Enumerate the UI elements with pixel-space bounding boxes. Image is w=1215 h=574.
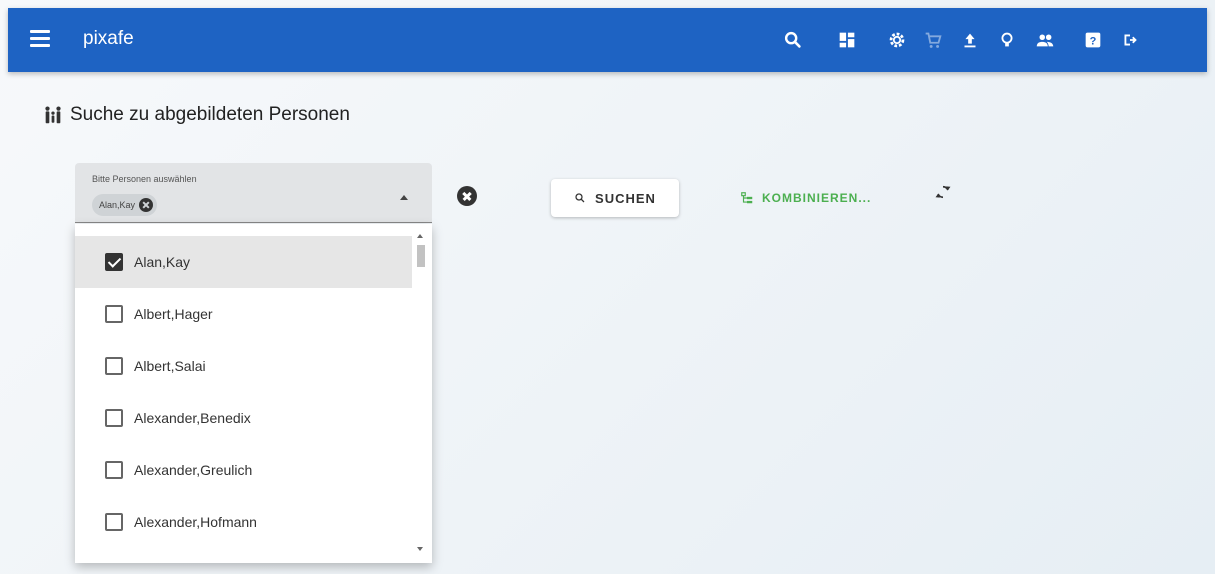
page-title: Suche zu abgebildeten Personen (70, 104, 350, 125)
selected-chip: Alan,Kay (92, 194, 158, 216)
people-icon[interactable] (1034, 29, 1056, 51)
option-label: Alexander,Benedix (134, 410, 251, 426)
dropdown-arrow-icon[interactable] (400, 195, 408, 200)
search-button-label: SUCHEN (595, 190, 656, 206)
help-icon[interactable]: ? (1082, 29, 1104, 51)
search-icon[interactable] (782, 29, 804, 51)
checkbox[interactable] (105, 461, 123, 479)
person-select[interactable]: Bitte Personen auswählen Alan,Kay (75, 163, 432, 223)
option-label: Alexander,Hofmann (134, 514, 257, 530)
svg-text:?: ? (1090, 36, 1097, 48)
list-item[interactable]: Alexander,Greulich (75, 444, 412, 496)
scroll-down-icon[interactable] (417, 547, 423, 551)
checkbox[interactable] (105, 513, 123, 531)
option-label: Albert,Salai (134, 358, 206, 374)
list-item[interactable]: Alan,Kay (75, 236, 412, 288)
list-item[interactable]: Albert,Hager (75, 288, 412, 340)
page-heading: Suche zu abgebildeten Personen (42, 104, 350, 126)
dashboard-icon[interactable] (836, 29, 858, 51)
upload-icon[interactable] (959, 29, 981, 51)
combine-button-label: KOMBINIEREN... (762, 191, 872, 205)
chip-remove-icon[interactable] (139, 198, 154, 212)
checkbox-checked[interactable] (105, 253, 123, 271)
top-app-bar: pixafe ? (8, 8, 1207, 72)
clear-selection-button[interactable] (457, 186, 477, 206)
hierarchy-icon (741, 192, 753, 204)
refresh-icon[interactable] (934, 183, 952, 201)
list-item[interactable]: Albert,Salai (75, 340, 412, 392)
checkbox[interactable] (105, 305, 123, 323)
list-item[interactable]: Alexander,Benedix (75, 392, 412, 444)
settings-icon[interactable] (886, 29, 908, 51)
option-label: Alexander,Greulich (134, 462, 253, 478)
scroll-thumb[interactable] (417, 245, 425, 267)
search-icon (575, 193, 585, 203)
scroll-up-icon[interactable] (417, 234, 423, 238)
select-label: Bitte Personen auswählen (92, 174, 197, 184)
list-item[interactable]: Alexander,Hofmann (75, 496, 412, 548)
chip-label: Alan,Kay (99, 200, 136, 210)
logout-icon[interactable] (1119, 29, 1141, 51)
family-icon (45, 106, 61, 124)
checkbox[interactable] (105, 409, 123, 427)
person-options-list: Alan,Kay Albert,Hager Albert,Salai Alexa… (75, 224, 432, 563)
cart-icon[interactable] (922, 29, 944, 51)
menu-icon[interactable] (30, 30, 50, 48)
search-button[interactable]: SUCHEN (551, 179, 679, 217)
checkbox[interactable] (105, 357, 123, 375)
option-label: Alan,Kay (134, 254, 191, 270)
combine-button[interactable]: KOMBINIEREN... (740, 187, 871, 209)
app-title: pixafe (83, 28, 134, 49)
lightbulb-icon[interactable] (996, 29, 1018, 51)
scrollbar[interactable] (412, 224, 432, 563)
option-label: Albert,Hager (134, 306, 213, 322)
